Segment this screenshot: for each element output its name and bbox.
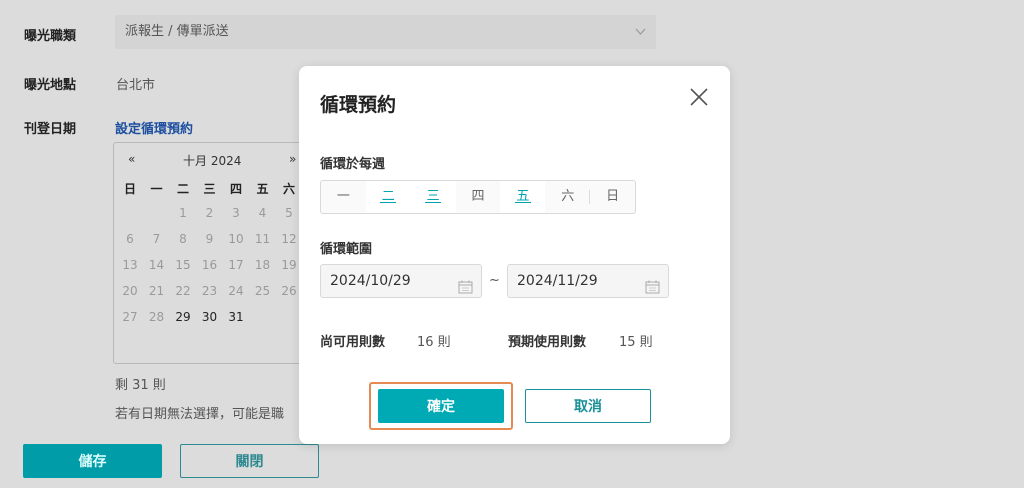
calendar-prev-button[interactable]: «: [128, 152, 135, 166]
date-calendar: « 十月 2024 » 日一二三四五六 1 2 3 4 5 6 7 8 9 10 11 12 13 14 15…: [113, 142, 313, 364]
calendar-weekday: 三: [203, 182, 216, 196]
range-separator: ~: [489, 273, 500, 288]
calendar-day: 11: [254, 232, 271, 246]
calendar-day: 6: [126, 232, 134, 246]
calendar-icon: [458, 274, 473, 306]
calendar-icon: [645, 274, 660, 306]
close-button[interactable]: 關閉: [180, 444, 319, 478]
calendar-day: 16: [201, 258, 218, 272]
weekday-toggle[interactable]: 日: [590, 181, 635, 213]
calendar-day: 8: [179, 232, 187, 246]
save-button[interactable]: 儲存: [23, 444, 162, 478]
end-date-value: 2024/11/29: [517, 273, 598, 289]
job-type-label: 曝光職類: [24, 29, 77, 44]
calendar-day[interactable]: 31: [223, 310, 249, 324]
start-date-value: 2024/10/29: [330, 273, 411, 289]
calendar-day: 23: [201, 284, 218, 298]
calendar-weekday: 五: [256, 182, 269, 196]
weekday-toggle[interactable]: 五: [500, 181, 546, 213]
calendar-day: 25: [254, 284, 271, 298]
calendar-day: 10: [228, 232, 244, 246]
weekday-toggle-label: 四: [471, 189, 485, 204]
calendar-weekday: 日: [123, 182, 136, 196]
calendar-day: 17: [228, 258, 244, 272]
confirm-button[interactable]: 確定: [378, 389, 504, 423]
close-icon[interactable]: [688, 86, 710, 108]
calendar-day: 4: [258, 206, 267, 220]
remaining-count: 剩 31 則: [115, 378, 166, 393]
calendar-next-button[interactable]: »: [289, 152, 296, 166]
weekday-toggle[interactable]: 三: [410, 181, 456, 213]
calendar-day: 15: [175, 258, 191, 272]
weekday-toggle[interactable]: 二: [365, 181, 411, 213]
weekday-toggle[interactable]: 一: [321, 181, 366, 213]
end-date-input[interactable]: 2024/11/29: [507, 264, 669, 298]
weekday-toggle-label: 日: [606, 189, 620, 204]
calendar-day: 22: [175, 284, 191, 298]
weekday-toggle-label: 一: [336, 189, 350, 204]
chevron-down-icon: [635, 15, 646, 62]
location-value: 台北市: [116, 78, 156, 93]
calendar-day: 21: [148, 284, 165, 298]
available-count-label: 尚可用則數: [320, 335, 386, 350]
calendar-day: 20: [122, 284, 138, 298]
calendar-day: 9: [205, 232, 214, 246]
weekday-toggle-group: 一二三四五六 日: [320, 180, 636, 214]
calendar-day[interactable]: 29: [170, 310, 196, 324]
weekly-label: 循環於每週: [320, 157, 386, 172]
calendar-day: 2: [205, 206, 214, 220]
recurring-booking-link[interactable]: 設定循環預約: [115, 118, 193, 137]
start-date-input[interactable]: 2024/10/29: [320, 264, 482, 298]
calendar-weekday: 二: [176, 182, 189, 196]
job-type-select[interactable]: 派報生 / 傳單派送: [115, 15, 656, 49]
calendar-day: 28: [148, 310, 165, 324]
location-label: 曝光地點: [24, 78, 77, 93]
calendar-weekday: 一: [150, 182, 163, 196]
calendar-day: 18: [254, 258, 271, 272]
calendar-day: 13: [122, 258, 138, 272]
expected-count-label: 預期使用則數: [508, 335, 587, 350]
expected-count-value: 15 則: [619, 335, 653, 350]
calendar-month-title: 十月 2024: [183, 154, 242, 168]
job-type-value: 派報生 / 傳單派送: [125, 24, 229, 39]
weekday-toggle[interactable]: 六: [545, 181, 591, 213]
date-label: 刊登日期: [24, 122, 77, 137]
available-count-value: 16 則: [417, 335, 451, 350]
dialog-title: 循環預約: [320, 94, 397, 116]
calendar-day: 7: [152, 232, 161, 246]
calendar-day: 3: [232, 206, 240, 220]
calendar-day: 1: [179, 206, 187, 220]
date-note: 若有日期無法選擇，可能是職: [115, 407, 285, 422]
calendar-day[interactable]: 30: [197, 310, 223, 324]
cancel-button[interactable]: 取消: [525, 389, 651, 423]
calendar-day: 14: [148, 258, 165, 272]
calendar-day: 27: [122, 310, 138, 324]
weekday-toggle[interactable]: 四: [456, 181, 501, 213]
recurring-booking-dialog: 循環預約 循環於每週 一二三四五六 日 循環範圍 2024/10/29 ~ 202…: [299, 66, 730, 444]
calendar-day: 24: [228, 284, 244, 298]
calendar-weekday: 四: [229, 182, 242, 196]
range-label: 循環範圍: [320, 242, 373, 257]
weekday-toggle-label: 六: [561, 189, 575, 204]
